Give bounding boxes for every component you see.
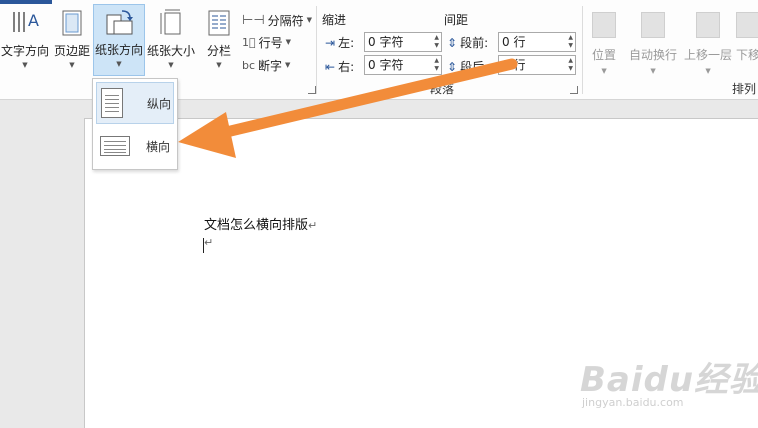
baidu-watermark: Baidu经验 <box>580 360 758 400</box>
watermark-url: jingyan.baidu.com <box>582 396 684 409</box>
